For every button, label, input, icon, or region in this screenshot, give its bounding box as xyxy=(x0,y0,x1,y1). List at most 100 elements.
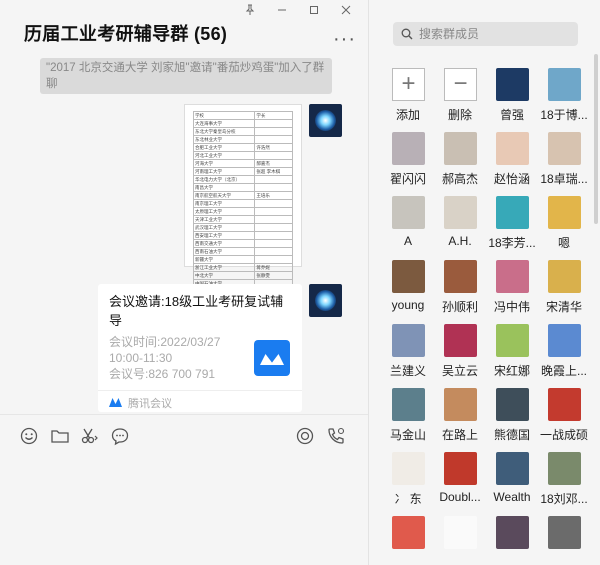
member-avatar xyxy=(444,452,477,485)
member-name: A.H. xyxy=(448,234,472,248)
image-message[interactable]: 学校 学长 大连海事大学 东北大学秦皇岛分校 东北林业大学 合肥工业大学 许浩然 河北工业大学… xyxy=(184,104,302,288)
member-item[interactable]: 翟闪闪 xyxy=(381,132,433,196)
member-item[interactable]: 赵怡涵 xyxy=(485,132,537,196)
remove-member-button[interactable]: − 删除 xyxy=(433,68,485,132)
member-name: 曾强 xyxy=(499,108,524,122)
voice-call-icon[interactable] xyxy=(326,426,346,446)
member-name: 嗯 xyxy=(557,236,570,250)
emoji-icon[interactable] xyxy=(19,426,39,446)
table-row: 西南交通大学 xyxy=(192,239,293,248)
table-cell: 学长 xyxy=(254,111,293,120)
add-member-button[interactable]: + 添加 xyxy=(381,68,433,132)
chat-bubble-icon[interactable] xyxy=(110,426,130,446)
table-row: 合肥工业大学 许浩然 xyxy=(192,143,293,152)
table-cell: 大连海事大学 xyxy=(192,119,256,128)
folder-icon[interactable] xyxy=(50,426,70,446)
member-item[interactable]: 一战成硕 xyxy=(537,388,589,452)
member-item[interactable]: 郝高杰 xyxy=(433,132,485,196)
member-item[interactable]: young xyxy=(381,260,433,324)
table-cell xyxy=(254,135,293,144)
table-row: 河海大学 郝嘉杰 xyxy=(192,159,293,168)
member-name: 18于博... xyxy=(540,108,588,122)
table-cell xyxy=(254,127,293,136)
member-item[interactable]: 18卓瑞... xyxy=(537,132,589,196)
meeting-card-info: 会议时间:2022/03/27 10:00-11:30 会议号:826 700 … xyxy=(109,334,239,382)
table-cell: 张静雯 xyxy=(254,271,293,280)
maximize-icon[interactable] xyxy=(300,3,328,21)
table-cell: 华北电力大学（北京） xyxy=(192,175,256,184)
member-name: 18卓瑞... xyxy=(540,172,588,186)
member-item[interactable]: 宋红娜 xyxy=(485,324,537,388)
member-avatar xyxy=(392,132,425,165)
member-item[interactable]: 18刘邓... xyxy=(537,452,589,516)
member-item[interactable]: 吴立云 xyxy=(433,324,485,388)
member-item[interactable] xyxy=(537,516,589,565)
pin-icon[interactable] xyxy=(236,3,264,21)
member-item[interactable]: Doubl... xyxy=(433,452,485,516)
member-item[interactable]: 马金山 xyxy=(381,388,433,452)
table-row: 西安理工大学 xyxy=(192,231,293,240)
member-item[interactable]: 孙顺利 xyxy=(433,260,485,324)
member-item[interactable]: A xyxy=(381,196,433,260)
table-cell: 张超 李木棋 xyxy=(254,167,293,176)
member-avatar xyxy=(496,196,529,229)
member-avatar xyxy=(444,516,477,549)
message-list[interactable]: "2017 北京交通大学 刘家旭"邀请"番茄炒鸡蛋"加入了群聊 学校 学长 大连海事… xyxy=(0,58,368,414)
scissors-icon[interactable] xyxy=(80,426,100,446)
member-search-box[interactable] xyxy=(393,22,578,46)
table-row: 中北大学 张静雯 xyxy=(192,271,293,280)
member-item[interactable]: 嗯 xyxy=(537,196,589,260)
table-row: 华北电力大学（北京） xyxy=(192,175,293,184)
member-search-input[interactable] xyxy=(419,22,569,46)
table-cell xyxy=(254,255,293,264)
member-item[interactable]: 在路上 xyxy=(433,388,485,452)
member-name: 18刘邓... xyxy=(540,492,588,506)
members-scrollbar[interactable] xyxy=(594,54,598,224)
member-item[interactable]: A.H. xyxy=(433,196,485,260)
member-name: Wealth xyxy=(493,490,531,504)
member-item[interactable]: 熊德国 xyxy=(485,388,537,452)
member-avatar xyxy=(496,516,529,549)
remove-member-label: 删除 xyxy=(447,108,472,122)
member-item[interactable]: 冫 东 xyxy=(381,452,433,516)
table-cell: 王培乐 xyxy=(254,191,293,200)
member-item[interactable]: 18于博... xyxy=(537,68,589,132)
live-icon[interactable] xyxy=(295,426,315,446)
member-name: 兰建义 xyxy=(389,364,426,378)
member-item[interactable]: 宋清华 xyxy=(537,260,589,324)
table-row: 浙江工业大学 蒋乔妮 xyxy=(192,263,293,272)
member-avatar xyxy=(548,516,581,549)
table-cell: 武汉理工大学 xyxy=(192,223,256,232)
member-item[interactable]: Wealth xyxy=(485,452,537,516)
meeting-card-title: 会议邀请:18级工业考研复试辅导 xyxy=(109,294,284,328)
member-item[interactable]: 兰建义 xyxy=(381,324,433,388)
system-message: "2017 北京交通大学 刘家旭"邀请"番茄炒鸡蛋"加入了群聊 xyxy=(40,58,332,94)
sender-avatar[interactable] xyxy=(309,104,342,137)
table-row: 河北工业大学 xyxy=(192,151,293,160)
sender-avatar[interactable] xyxy=(309,284,342,317)
table-cell xyxy=(254,199,293,208)
table-row: 武汉理工大学 xyxy=(192,223,293,232)
member-name: 吴立云 xyxy=(441,364,478,378)
meeting-invite-card[interactable]: 会议邀请:18级工业考研复试辅导 会议时间:2022/03/27 10:00-1… xyxy=(98,284,302,412)
member-item[interactable] xyxy=(381,516,433,565)
input-toolbar xyxy=(0,414,368,456)
member-item[interactable]: 曾强 xyxy=(485,68,537,132)
member-item[interactable]: 冯中伟 xyxy=(485,260,537,324)
table-row: 南京理工大学 xyxy=(192,199,293,208)
close-icon[interactable] xyxy=(332,3,360,21)
member-item[interactable] xyxy=(433,516,485,565)
message-input-area[interactable] xyxy=(0,456,368,565)
more-options-button[interactable]: ··· xyxy=(333,28,356,51)
table-cell xyxy=(254,119,293,128)
minimize-icon[interactable] xyxy=(268,3,296,21)
table-cell xyxy=(254,215,293,224)
member-item[interactable] xyxy=(485,516,537,565)
member-item[interactable]: 18李芳... xyxy=(485,196,537,260)
meeting-time-line2: 10:00-11:30 xyxy=(109,351,173,365)
table-cell: 中北大学 xyxy=(192,271,256,280)
minus-icon: − xyxy=(444,68,477,101)
table-row: 河南理工大学 张超 李木棋 xyxy=(192,167,293,176)
table-cell xyxy=(254,239,293,248)
member-item[interactable]: 晚霞上... xyxy=(537,324,589,388)
